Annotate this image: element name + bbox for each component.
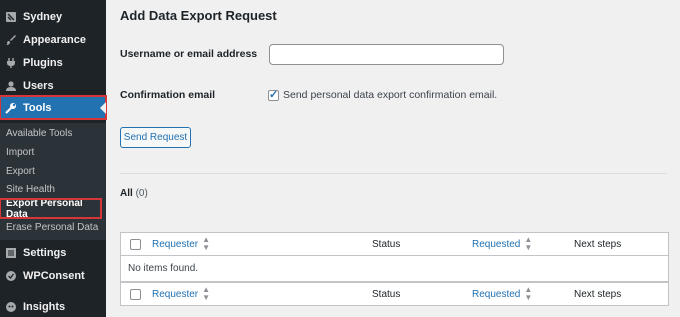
wrench-icon xyxy=(4,101,18,115)
page-title: Add Data Export Request xyxy=(120,8,277,23)
select-all-checkbox-footer[interactable] xyxy=(130,288,141,300)
column-header-next-steps: Next steps xyxy=(574,238,622,250)
filter-all-label: All xyxy=(120,188,133,199)
menu-label: Sydney xyxy=(23,10,63,23)
sort-icon: ▲ ▼ xyxy=(524,285,533,302)
requests-table: Requester ▲ ▼ Status Requested ▲ ▼ Next st… xyxy=(120,232,669,306)
sydney-icon xyxy=(4,10,18,24)
menu-label: Users xyxy=(23,79,54,92)
tools-submenu: Available Tools Import Export Site Healt… xyxy=(0,123,106,240)
menu-label: Tools xyxy=(23,101,52,114)
submenu-export[interactable]: Export xyxy=(0,162,106,181)
column-footer-status: Status xyxy=(372,288,401,300)
submenu-available-tools[interactable]: Available Tools xyxy=(0,124,106,143)
menu-label: Insights xyxy=(23,300,66,313)
insights-icon xyxy=(4,300,18,314)
table-row-empty: No items found. xyxy=(121,256,668,282)
appearance-brush-icon xyxy=(4,33,18,47)
select-all-checkbox[interactable] xyxy=(130,238,141,250)
wpconsent-icon xyxy=(4,269,18,283)
no-items-message: No items found. xyxy=(128,263,199,274)
submenu-site-health[interactable]: Site Health xyxy=(0,180,106,199)
send-request-button[interactable]: Send Request xyxy=(120,127,191,148)
menu-item-plugins[interactable]: Plugins xyxy=(0,51,106,74)
menu-item-wpconsent[interactable]: WPConsent xyxy=(0,264,106,287)
confirmation-label: Confirmation email xyxy=(120,89,216,101)
settings-icon xyxy=(4,246,18,260)
submenu-erase-personal-data[interactable]: Erase Personal Data xyxy=(0,218,106,237)
column-footer-requested[interactable]: Requested ▲ ▼ xyxy=(472,283,532,305)
requested-header-label: Requested xyxy=(472,238,521,250)
menu-label: WPConsent xyxy=(23,269,85,282)
username-input[interactable] xyxy=(269,44,504,65)
requested-footer-label: Requested xyxy=(472,288,521,300)
confirmation-checkbox-row[interactable]: Send personal data export confirmation e… xyxy=(268,88,498,101)
filter-all-count: (0) xyxy=(135,188,148,199)
menu-label: Settings xyxy=(23,246,67,259)
column-footer-next-steps: Next steps xyxy=(574,288,622,300)
menu-item-insights[interactable]: Insights xyxy=(0,295,106,317)
menu-item-tools[interactable]: Tools xyxy=(0,95,107,120)
plugin-icon xyxy=(4,56,18,70)
menu-item-settings[interactable]: Settings xyxy=(0,241,106,264)
menu-item-users[interactable]: Users xyxy=(0,74,106,97)
menu-label: Plugins xyxy=(23,56,63,69)
confirmation-text: Send personal data export confirmation e… xyxy=(283,89,498,101)
user-icon xyxy=(4,79,18,93)
divider xyxy=(120,173,667,174)
confirmation-checkbox[interactable] xyxy=(268,88,279,101)
admin-sidebar: Sydney Appearance Plugins Users Tools Av… xyxy=(0,0,107,317)
submenu-import[interactable]: Import xyxy=(0,143,106,162)
table-footer-row: Requester ▲ ▼ Status Requested ▲ ▼ Next st… xyxy=(121,282,668,305)
table-header-row: Requester ▲ ▼ Status Requested ▲ ▼ Next st… xyxy=(121,233,668,256)
filter-all[interactable]: All (0) xyxy=(120,188,148,199)
sort-icon: ▲ ▼ xyxy=(202,285,211,302)
menu-label: Appearance xyxy=(23,33,86,46)
requester-footer-label: Requester xyxy=(152,288,199,300)
menu-item-sydney[interactable]: Sydney xyxy=(0,5,106,28)
submenu-export-personal-data[interactable]: Export Personal Data xyxy=(0,198,102,220)
column-header-requested[interactable]: Requested ▲ ▼ xyxy=(472,233,532,255)
column-header-status: Status xyxy=(372,238,401,250)
main-content: Add Data Export Request Username or emai… xyxy=(106,0,680,317)
column-header-requester[interactable]: Requester ▲ ▼ xyxy=(152,233,210,255)
column-footer-requester[interactable]: Requester ▲ ▼ xyxy=(152,283,210,305)
menu-item-appearance[interactable]: Appearance xyxy=(0,28,106,51)
sort-icon: ▲ ▼ xyxy=(202,235,211,252)
requester-header-label: Requester xyxy=(152,238,199,250)
username-label: Username or email address xyxy=(120,48,258,60)
sort-icon: ▲ ▼ xyxy=(524,235,533,252)
